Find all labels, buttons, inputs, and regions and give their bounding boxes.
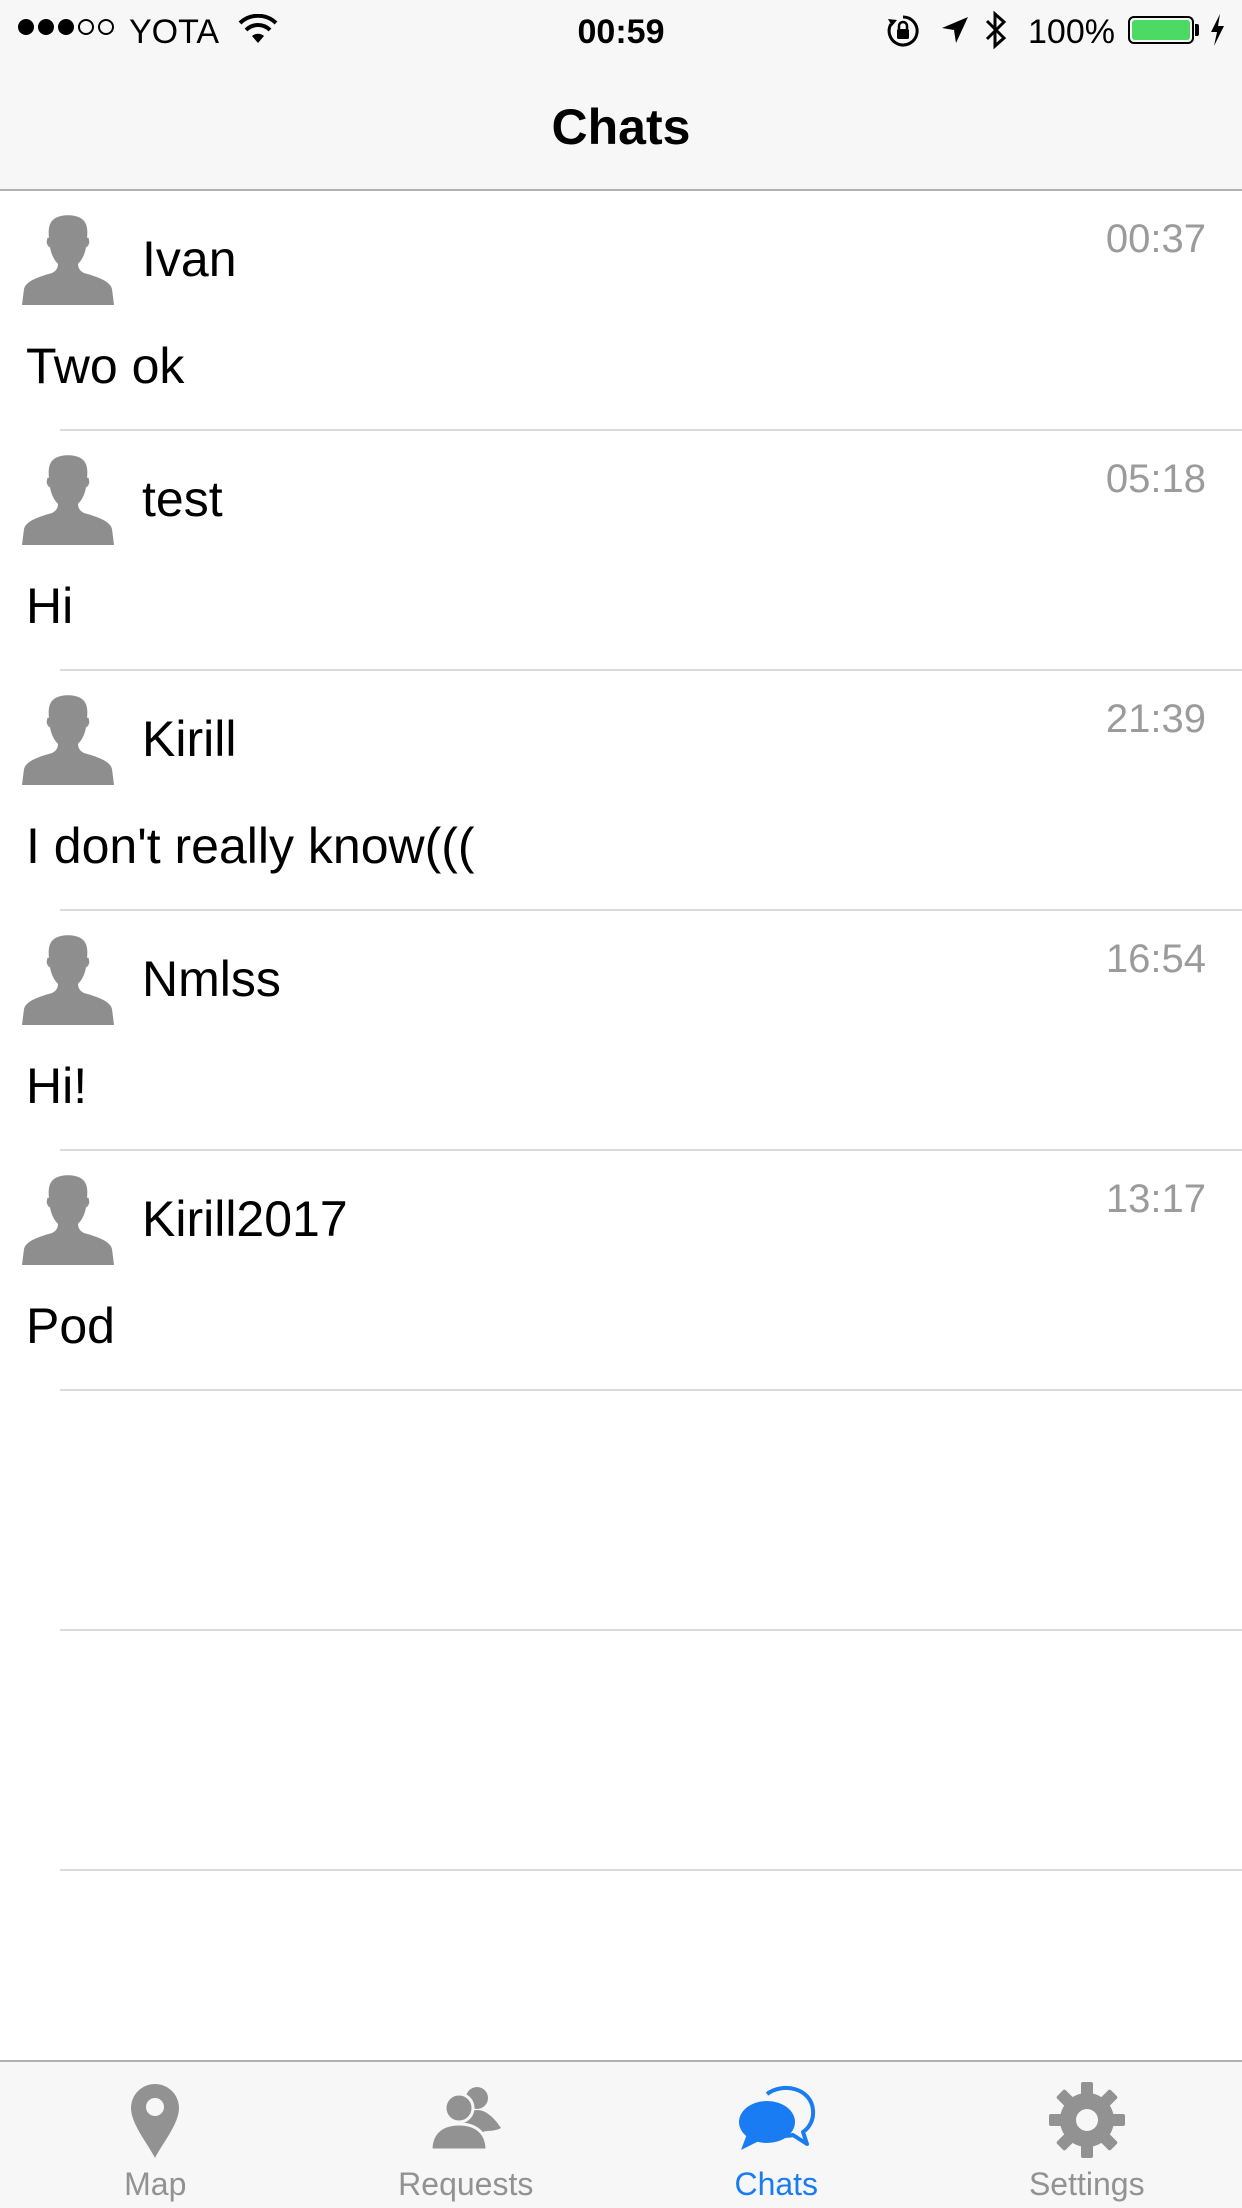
page-title: Chats [551,99,691,155]
tab-settings[interactable]: Settings [932,2062,1242,2208]
requests-people-icon [429,2087,501,2152]
battery-icon [1128,16,1194,44]
avatar-placeholder-icon [22,215,114,305]
chat-timestamp: 16:54 [1105,937,1206,981]
chat-row[interactable]: Nmlss 16:54 Hi! [0,911,1242,1151]
tab-chats[interactable]: Chats [621,2062,932,2208]
chat-timestamp: 21:39 [1105,697,1206,741]
tab-label: Map [124,2166,187,2202]
chat-contact-name: Nmlss [142,951,281,1007]
chat-row[interactable]: Kirill2017 13:17 Pod [0,1151,1242,1391]
location-arrow-icon [942,17,968,43]
chat-row[interactable]: Kirill 21:39 I don't really know((( [0,671,1242,911]
chat-bubbles-icon [739,2085,816,2150]
top-bar: YOTA 00:59 100% Chats [0,0,1242,191]
chat-last-message: Hi [26,578,74,634]
avatar-placeholder-icon [22,455,114,545]
tab-bar: Map Requests Chats Settings [0,2060,1242,2208]
rotation-lock-icon [887,15,919,47]
battery-percent: 100% [1028,13,1115,51]
tab-label: Settings [1028,2166,1145,2202]
chat-row[interactable]: Ivan 00:37 Two ok [0,191,1242,431]
chat-last-message: Hi! [26,1058,88,1114]
chat-contact-name: Kirill [142,711,237,767]
avatar-placeholder-icon [22,695,114,785]
chat-row[interactable]: test 05:18 Hi [0,431,1242,671]
chats-screen: YOTA 00:59 100% Chats Ivan 00:37 Two ok … [0,0,1242,2208]
tab-label: Requests [398,2166,534,2202]
status-bar: YOTA 00:59 100% [0,0,1242,60]
chat-contact-name: Ivan [142,231,237,287]
battery-level-fill [1132,20,1190,40]
chat-timestamp: 00:37 [1105,217,1206,261]
map-pin-icon [131,2084,180,2158]
avatar-placeholder-icon [22,1175,114,1265]
tab-requests[interactable]: Requests [311,2062,622,2208]
empty-list-row [0,1631,1242,1871]
chat-last-message: Pod [26,1298,115,1354]
avatar-placeholder-icon [22,935,114,1025]
bluetooth-icon [985,10,1007,50]
gear-icon [1048,2082,1125,2158]
chat-timestamp: 13:17 [1105,1177,1206,1221]
chat-list: Ivan 00:37 Two ok test 05:18 Hi Kirill 2… [0,191,1242,1871]
empty-list-row [0,1391,1242,1631]
charging-bolt-icon [1211,14,1224,46]
chat-timestamp: 05:18 [1105,457,1206,501]
chat-contact-name: test [142,471,223,527]
tab-label: Chats [734,2166,819,2202]
chat-contact-name: Kirill2017 [142,1191,348,1247]
battery-terminal [1195,24,1199,36]
tab-map[interactable]: Map [0,2062,311,2208]
chat-last-message: I don't really know((( [26,818,475,874]
chat-last-message: Two ok [26,338,185,394]
